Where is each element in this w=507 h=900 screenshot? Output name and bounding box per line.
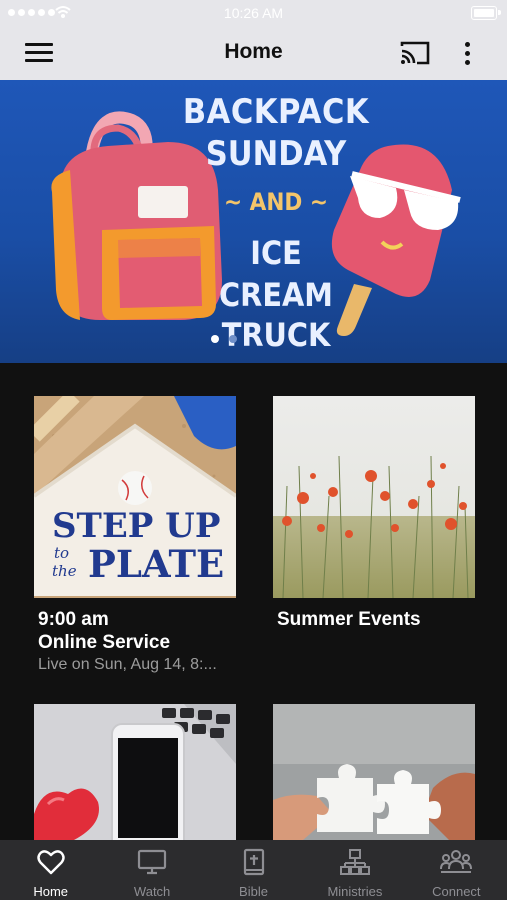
cast-icon[interactable] — [400, 40, 430, 66]
carousel-page-indicator[interactable] — [211, 335, 237, 343]
tab-label: Bible — [239, 884, 268, 899]
card-thumbnail: STEP UP to the PLATE — [34, 396, 236, 598]
page-dot-active[interactable] — [211, 335, 219, 343]
page-title: Home — [224, 40, 283, 63]
card-summer-events[interactable]: Summer Events — [273, 396, 475, 636]
card-subtitle: Live on Sun, Aug 14, 8:... — [38, 656, 217, 673]
thumbnail-caption-line: to — [54, 544, 70, 562]
card-thumbnail — [34, 704, 236, 840]
tab-ministries[interactable]: Ministries — [304, 840, 405, 900]
card-title: Online Service — [38, 632, 171, 653]
tab-label: Ministries — [327, 884, 383, 899]
banner-title-line: CREAM — [219, 276, 333, 314]
tab-home[interactable]: Home — [0, 840, 101, 900]
banner-title-line: ~ AND ~ — [224, 188, 328, 216]
tab-label: Watch — [133, 884, 171, 899]
card-item[interactable] — [34, 704, 236, 840]
tab-label: Home — [33, 884, 69, 899]
bottom-tab-bar: Home Watch Bible Ministries Connect — [0, 840, 507, 900]
card-title: Summer Events — [277, 609, 421, 630]
bible-icon — [243, 848, 264, 876]
top-nav-bar: Home — [0, 26, 507, 80]
thumbnail-caption-line: PLATE — [88, 542, 225, 586]
thumbnail-caption-line: STEP UP — [52, 506, 221, 546]
card-thumbnail — [273, 704, 475, 840]
card-time: 9:00 am — [38, 609, 109, 630]
banner-title-line: SUNDAY — [205, 134, 347, 174]
org-chart-icon — [339, 849, 370, 875]
banner-title-line: ICE — [250, 234, 302, 272]
heart-icon — [37, 850, 65, 875]
tab-label: Connect — [432, 884, 481, 899]
battery-icon — [471, 6, 501, 20]
tv-icon — [138, 849, 167, 875]
card-online-service[interactable]: STEP UP to the PLATE 9:00 am Online Serv… — [34, 396, 236, 676]
hero-banner[interactable]: BACKPACK SUNDAY ~ AND ~ ICE CREAM TRUCK — [0, 80, 507, 363]
status-bar: 10:26 AM — [0, 0, 507, 26]
banner-title-line: BACKPACK — [182, 92, 370, 132]
page-dot[interactable] — [229, 335, 237, 343]
tab-watch[interactable]: Watch — [101, 840, 202, 900]
banner-title-line: TRUCK — [221, 316, 331, 354]
card-item[interactable] — [273, 704, 475, 840]
more-options-icon[interactable] — [458, 39, 478, 67]
thumbnail-caption-line: the — [52, 562, 77, 580]
card-thumbnail — [273, 396, 475, 598]
tab-bible[interactable]: Bible — [203, 840, 304, 900]
status-time: 10:26 AM — [223, 5, 284, 21]
people-icon — [440, 850, 473, 873]
tab-connect[interactable]: Connect — [406, 840, 507, 900]
